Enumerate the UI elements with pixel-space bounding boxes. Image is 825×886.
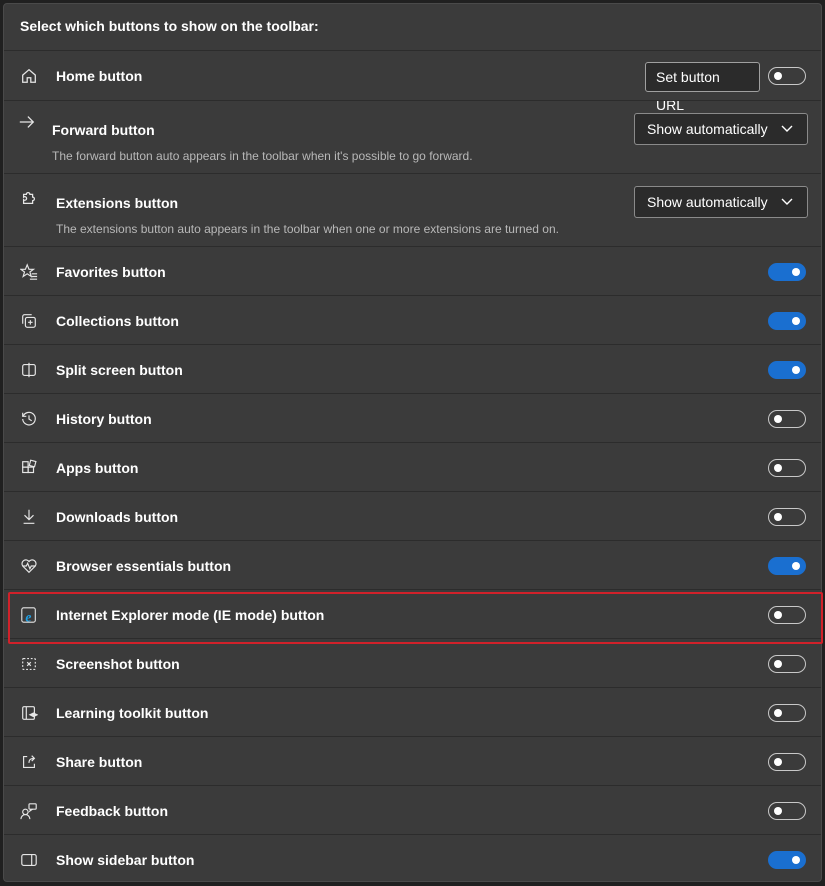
- setting-row-share: Share button: [4, 736, 821, 785]
- apps-button-toggle[interactable]: [768, 459, 806, 477]
- setting-row-collections: Collections button: [4, 295, 821, 344]
- set-button-url-button[interactable]: Set button URL: [645, 62, 760, 113]
- download-icon: [19, 507, 39, 527]
- ie-mode-button-toggle[interactable]: [768, 606, 806, 624]
- feedback-button-toggle[interactable]: [768, 802, 806, 820]
- setting-description: The extensions button auto appears in th…: [56, 222, 559, 236]
- setting-label: Screenshot button: [56, 656, 180, 672]
- setting-row-history: History button: [4, 393, 821, 442]
- chevron-down-icon: [781, 125, 793, 132]
- setting-label: Feedback button: [56, 803, 169, 819]
- setting-description: The forward button auto appears in the t…: [52, 149, 473, 163]
- sidebar-icon: [19, 850, 39, 870]
- history-button-toggle[interactable]: [768, 410, 806, 428]
- learning-toolkit-icon: [19, 703, 39, 723]
- split-screen-button-toggle[interactable]: [768, 361, 806, 379]
- split-screen-icon: [19, 360, 39, 380]
- sidebar-button-toggle[interactable]: [768, 851, 806, 869]
- setting-row-split-screen: Split screen button: [4, 344, 821, 393]
- toolbar-settings-panel: Select which buttons to show on the tool…: [3, 3, 823, 882]
- extensions-button-visibility-select[interactable]: Show automatically: [634, 186, 808, 218]
- arrow-right-icon: [17, 112, 37, 132]
- internet-explorer-icon: e: [19, 605, 39, 625]
- downloads-button-toggle[interactable]: [768, 508, 806, 526]
- setting-label: History button: [56, 411, 152, 427]
- puzzle-icon: [19, 188, 39, 208]
- panel-title: Select which buttons to show on the tool…: [20, 18, 319, 34]
- setting-row-favorites: Favorites button: [4, 246, 821, 295]
- home-icon: [19, 66, 39, 86]
- setting-label: Split screen button: [56, 362, 183, 378]
- setting-row-screenshot: Screenshot button: [4, 638, 821, 687]
- setting-label: Share button: [56, 754, 143, 770]
- forward-button-visibility-select[interactable]: Show automatically: [634, 113, 808, 145]
- learning-toolkit-button-toggle[interactable]: [768, 704, 806, 722]
- collections-icon: [19, 311, 39, 331]
- setting-row-home: Home button Set button URL: [4, 50, 821, 113]
- dropdown-value: Show automatically: [647, 121, 768, 137]
- setting-row-extensions: Extensions button The extensions button …: [4, 173, 821, 246]
- setting-label: Extensions button: [56, 195, 179, 211]
- setting-label: Forward button: [52, 122, 155, 138]
- favorites-button-toggle[interactable]: [768, 263, 806, 281]
- setting-row-sidebar: Show sidebar button: [4, 834, 821, 882]
- setting-row-ie-mode: e Internet Explorer mode (IE mode) butto…: [4, 589, 821, 638]
- dropdown-value: Show automatically: [647, 194, 768, 210]
- apps-icon: [19, 458, 39, 478]
- share-icon: [19, 752, 39, 772]
- setting-label: Learning toolkit button: [56, 705, 209, 721]
- screenshot-icon: [19, 654, 39, 674]
- setting-label: Apps button: [56, 460, 139, 476]
- setting-label: Home button: [56, 68, 143, 84]
- svg-text:e: e: [25, 609, 31, 624]
- setting-label: Browser essentials button: [56, 558, 232, 574]
- setting-label: Show sidebar button: [56, 852, 195, 868]
- setting-label: Internet Explorer mode (IE mode) button: [56, 607, 325, 623]
- home-button-toggle[interactable]: [768, 67, 806, 85]
- setting-row-apps: Apps button: [4, 442, 821, 491]
- setting-row-feedback: Feedback button: [4, 785, 821, 834]
- setting-row-browser-essentials: Browser essentials button: [4, 540, 821, 589]
- browser-essentials-button-toggle[interactable]: [768, 557, 806, 575]
- setting-row-learning-toolkit: Learning toolkit button: [4, 687, 821, 736]
- setting-label: Downloads button: [56, 509, 179, 525]
- setting-label: Collections button: [56, 313, 179, 329]
- heart-pulse-icon: [19, 556, 39, 576]
- star-list-icon: [19, 262, 39, 282]
- setting-label: Favorites button: [56, 264, 166, 280]
- collections-button-toggle[interactable]: [768, 312, 806, 330]
- chevron-down-icon: [781, 198, 793, 205]
- setting-row-forward: Forward button The forward button auto a…: [4, 100, 821, 173]
- share-button-toggle[interactable]: [768, 753, 806, 771]
- screenshot-button-toggle[interactable]: [768, 655, 806, 673]
- feedback-icon: [19, 801, 39, 821]
- setting-row-downloads: Downloads button: [4, 491, 821, 540]
- history-icon: [19, 409, 39, 429]
